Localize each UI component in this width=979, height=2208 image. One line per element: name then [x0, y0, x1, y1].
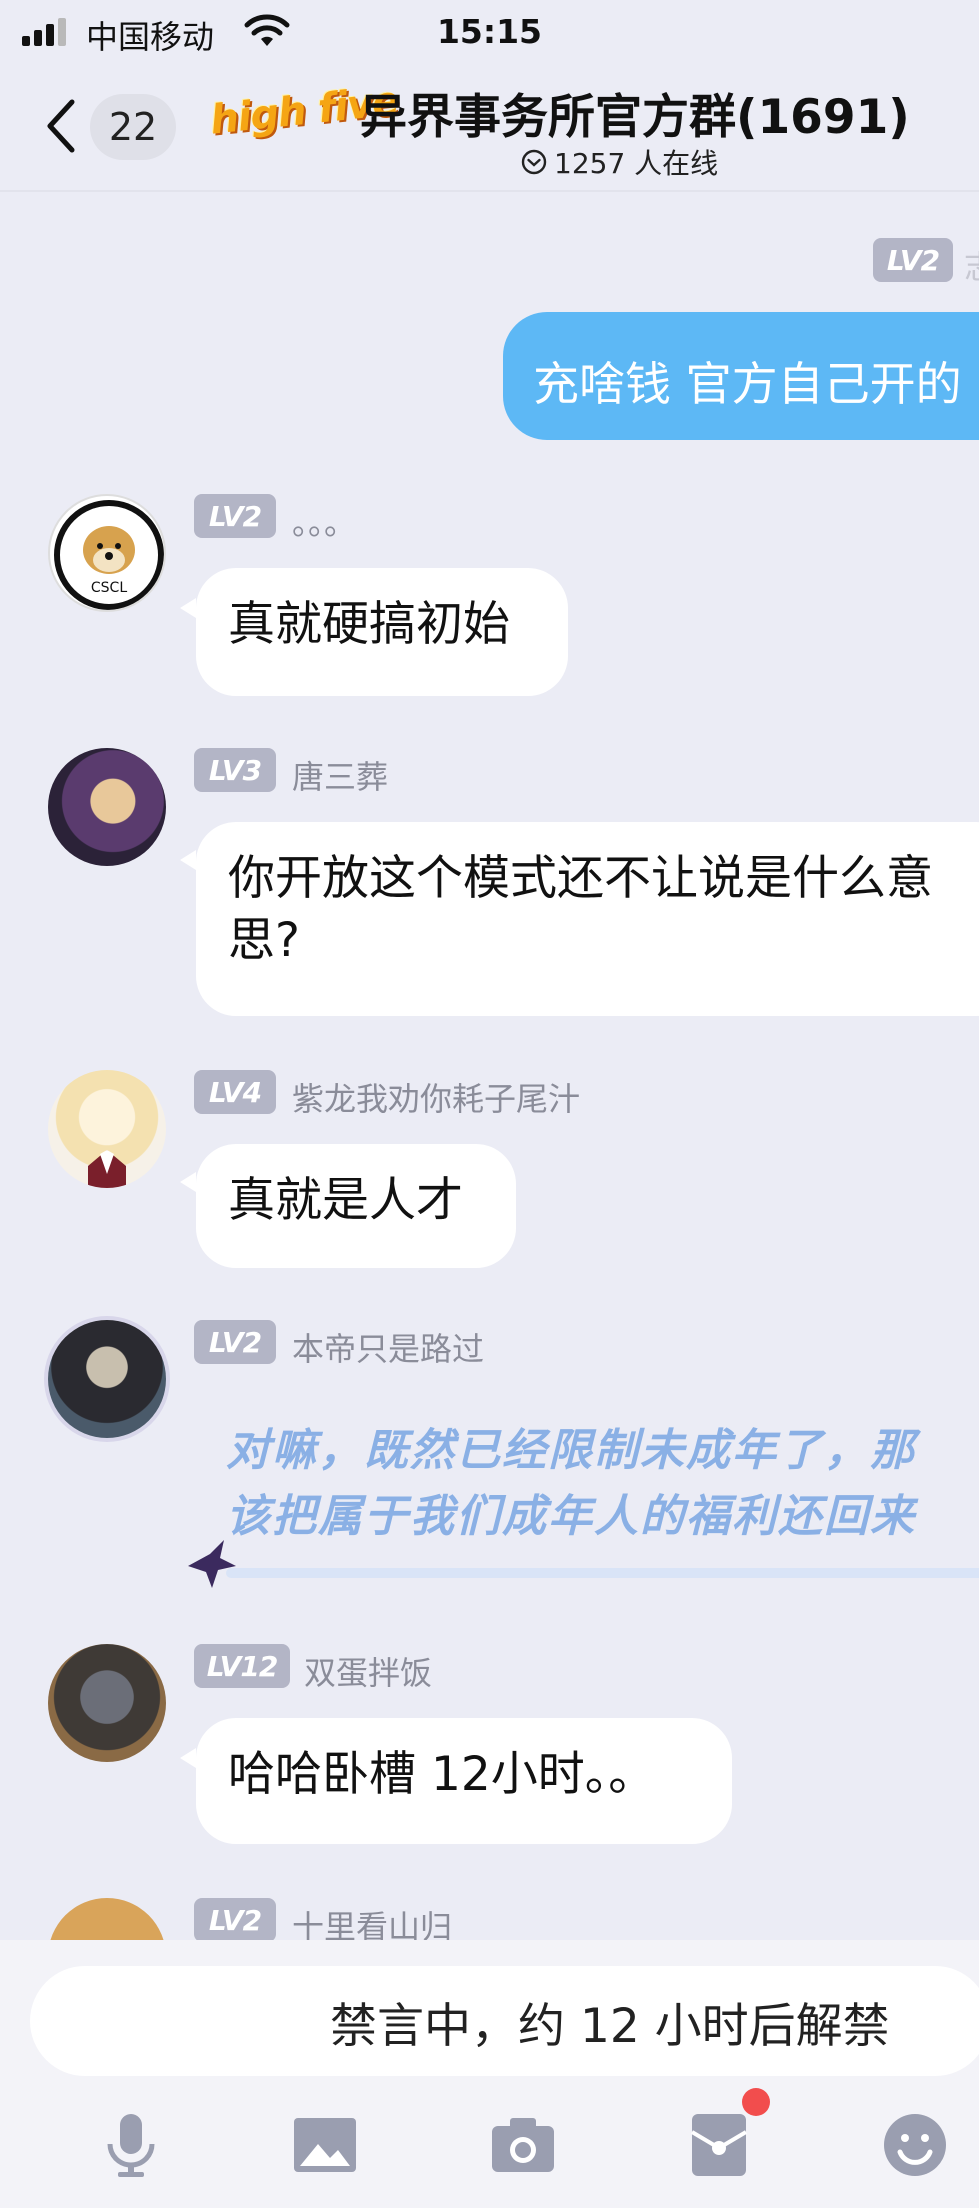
message-line: 思? — [228, 913, 300, 968]
self-level-badge: LV2 — [873, 238, 953, 282]
red-packet-icon[interactable] — [684, 2110, 754, 2180]
anime-avatar-icon — [88, 1150, 126, 1188]
bubble-tail — [180, 598, 196, 618]
bubble-tail — [180, 1748, 196, 1768]
level-badge: LV2 — [194, 494, 276, 538]
avatar[interactable] — [48, 748, 166, 866]
level-badge: LV2 — [194, 1898, 276, 1942]
avatar[interactable] — [48, 1070, 166, 1188]
nickname[interactable]: 。。。 — [292, 498, 356, 544]
avatar[interactable]: CSCL — [48, 494, 166, 612]
muted-input-box[interactable]: 禁言中，约 12 小时后解禁 — [30, 1966, 979, 2076]
chevron-down-circle-icon — [521, 149, 547, 175]
level-badge: LV2 — [194, 1320, 276, 1364]
online-status[interactable]: 1257 人在线 — [520, 142, 718, 182]
online-count: 1257 人在线 — [554, 147, 719, 180]
level-badge: LV3 — [194, 748, 276, 792]
status-bar: 中国移动 15:15 — [0, 0, 979, 64]
unread-count-badge[interactable]: 22 — [90, 94, 176, 160]
message-line: 你开放这个模式还不让说是什么意 — [228, 851, 933, 906]
group-title[interactable]: 异界事务所官方群(1691) — [360, 78, 910, 147]
self-nickname-fragment: 志 — [964, 242, 979, 288]
level-badge: LV4 — [194, 1070, 276, 1114]
message-bubble[interactable]: 对嘛，既然已经限制未成年了，那 该把属于我们成年人的福利还回来 — [226, 1418, 979, 1550]
nickname[interactable]: 本帝只是路过 — [292, 1324, 484, 1370]
message-line: 对嘛，既然已经限制未成年了，那 — [226, 1425, 916, 1476]
self-message-bubble[interactable]: 充啥钱 官方自己开的 — [503, 312, 979, 440]
nickname[interactable]: 双蛋拌饭 — [304, 1648, 432, 1694]
message-bubble[interactable]: 哈哈卧槽 12小时。。 — [196, 1718, 732, 1844]
avatar[interactable] — [48, 1644, 166, 1762]
message-effect-underline — [226, 1568, 979, 1578]
nickname[interactable]: 唐三葬 — [292, 752, 388, 798]
clock: 15:15 — [436, 12, 543, 51]
bubble-tail — [180, 1172, 196, 1192]
header-divider — [0, 190, 979, 192]
avatar[interactable] — [48, 1320, 166, 1438]
notification-dot — [742, 2088, 770, 2116]
microphone-icon[interactable] — [96, 2110, 166, 2180]
doge-avatar-icon: CSCL — [54, 500, 164, 610]
bubble-tail — [180, 850, 196, 870]
svg-text:CSCL: CSCL — [91, 580, 127, 596]
nickname[interactable]: 紫龙我劝你耗子尾汁 — [292, 1074, 580, 1120]
level-badge: LV12 — [194, 1644, 290, 1688]
image-icon[interactable] — [290, 2110, 360, 2180]
message-bubble[interactable]: 你开放这个模式还不让说是什么意 思? — [196, 822, 979, 1016]
message-bubble[interactable]: 真就硬搞初始 — [196, 568, 568, 696]
camera-icon[interactable] — [488, 2110, 558, 2180]
emoji-icon[interactable] — [880, 2110, 950, 2180]
back-chevron-icon[interactable] — [44, 96, 80, 156]
message-bubble[interactable]: 真就是人才 — [196, 1144, 516, 1268]
message-line: 该把属于我们成年人的福利还回来 — [226, 1491, 916, 1542]
